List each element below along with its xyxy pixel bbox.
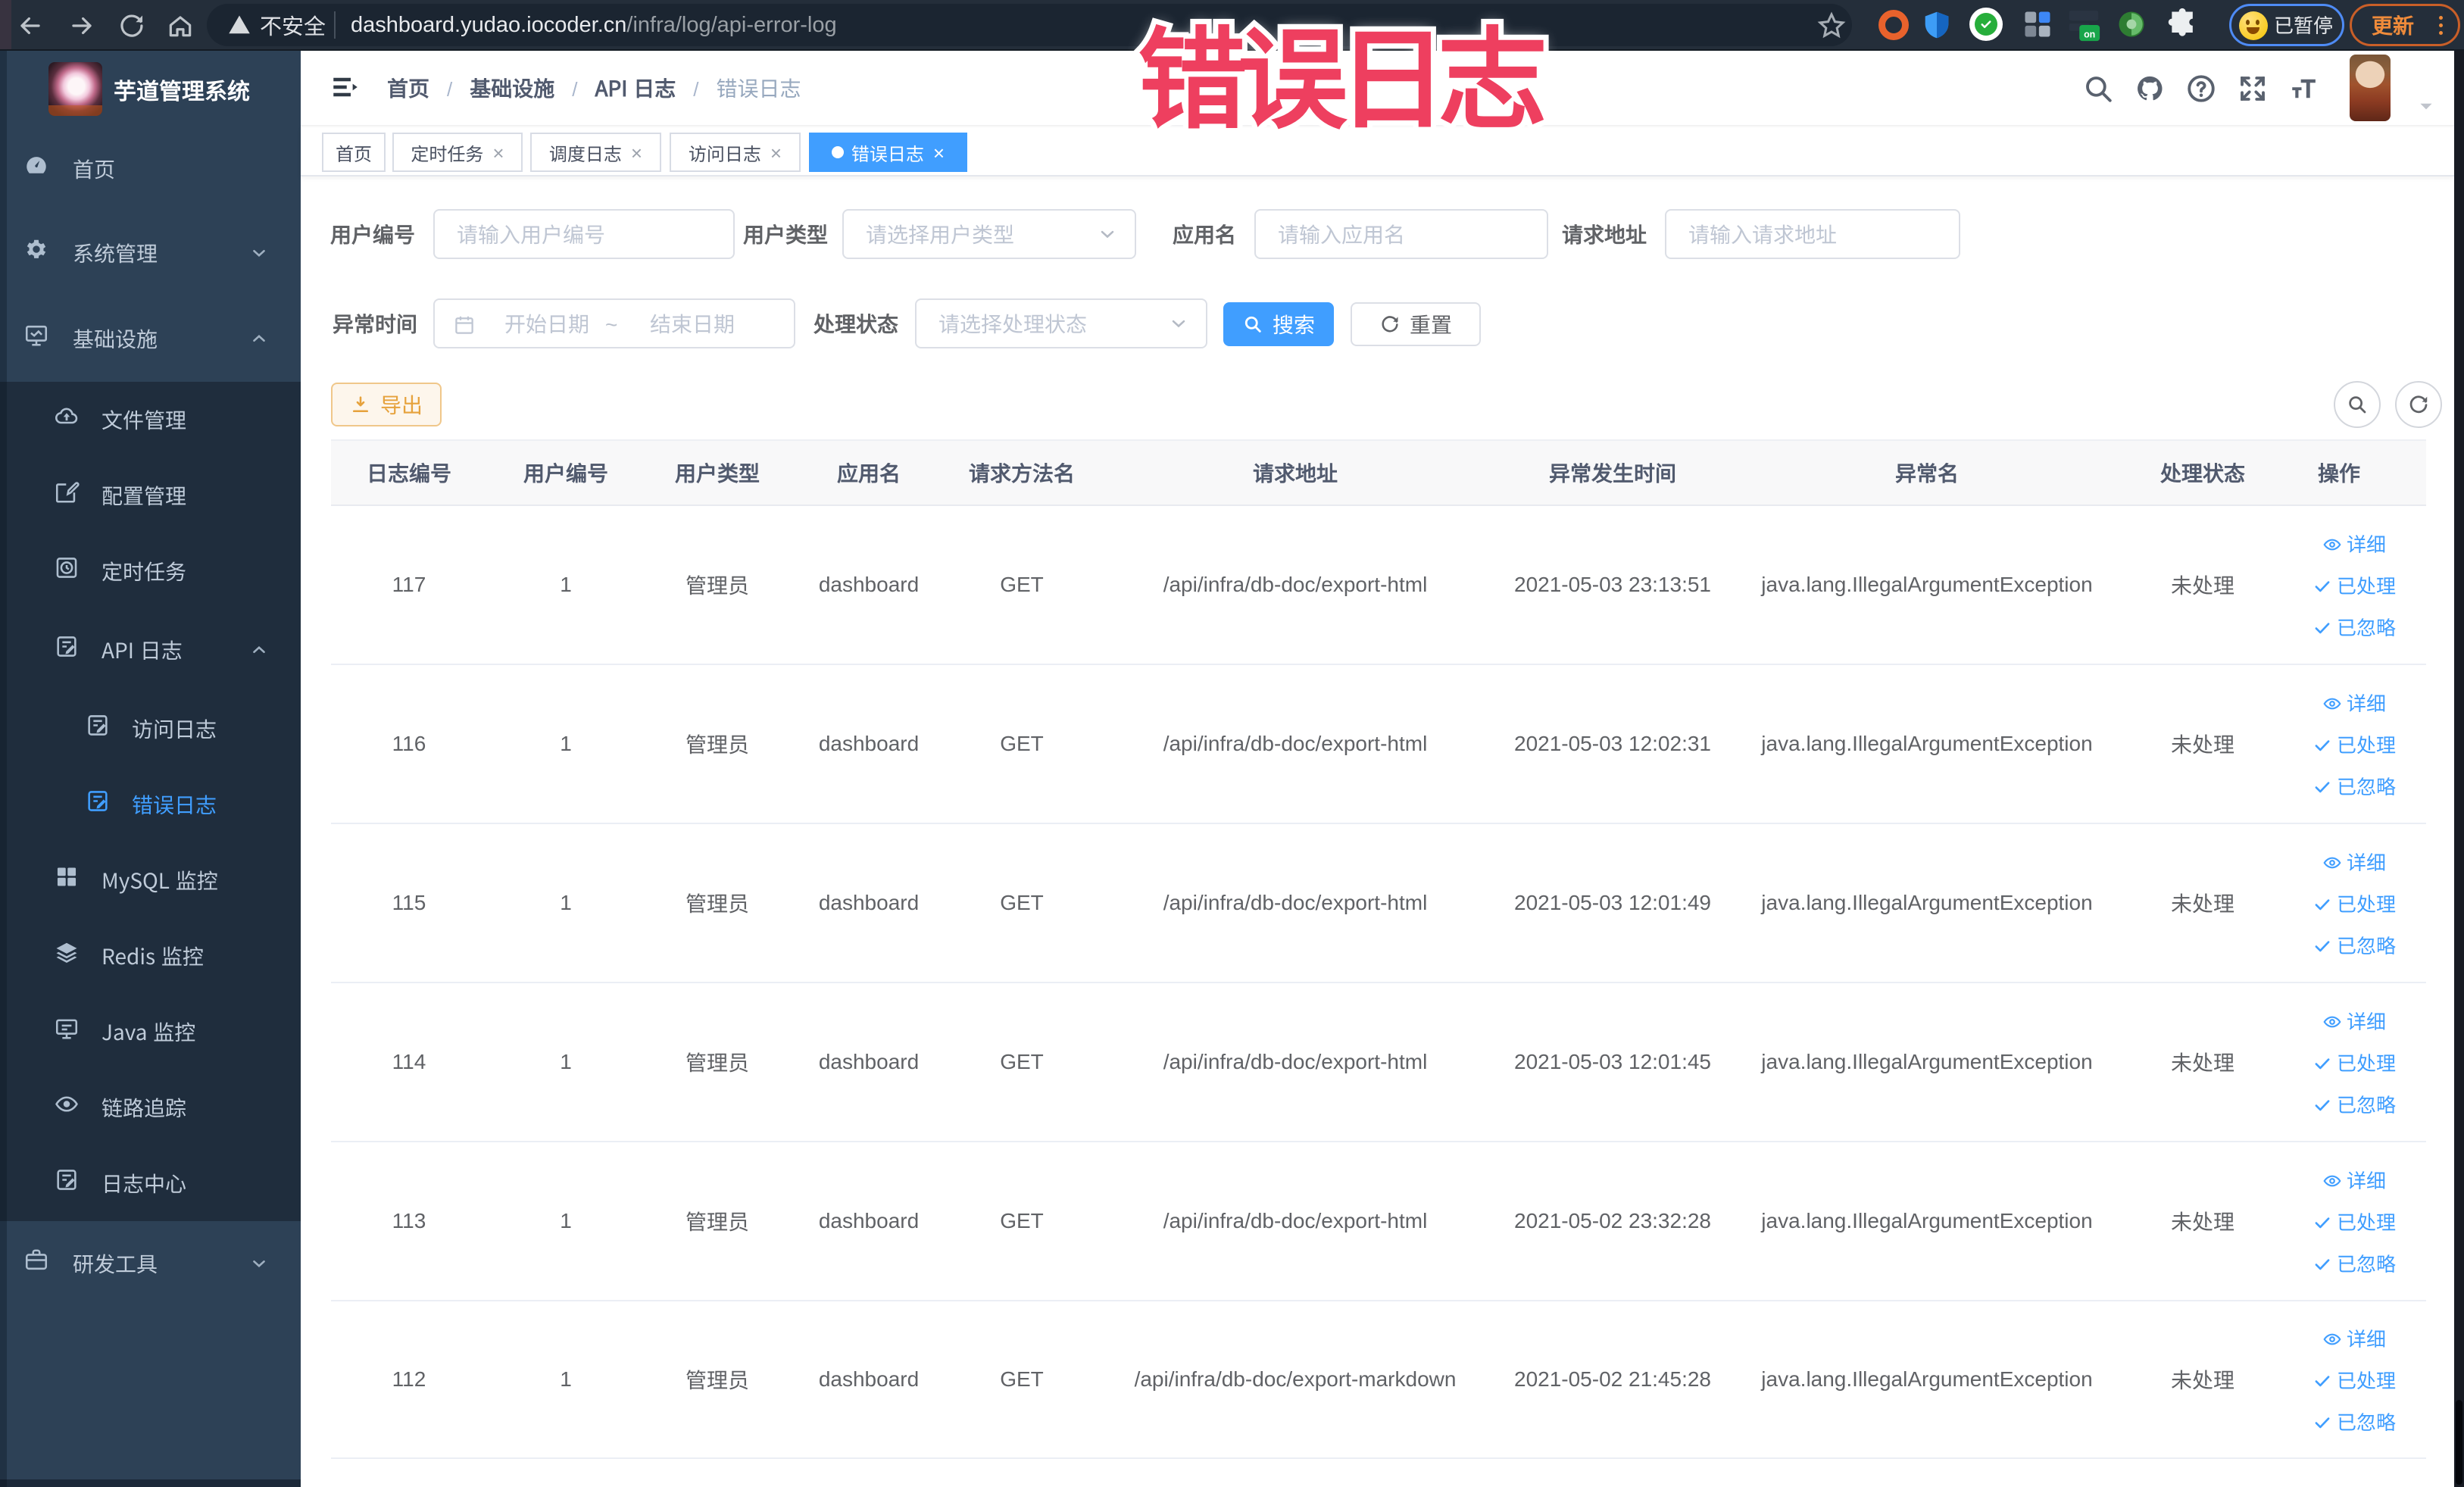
svg-text:on: on [2084, 29, 2095, 39]
